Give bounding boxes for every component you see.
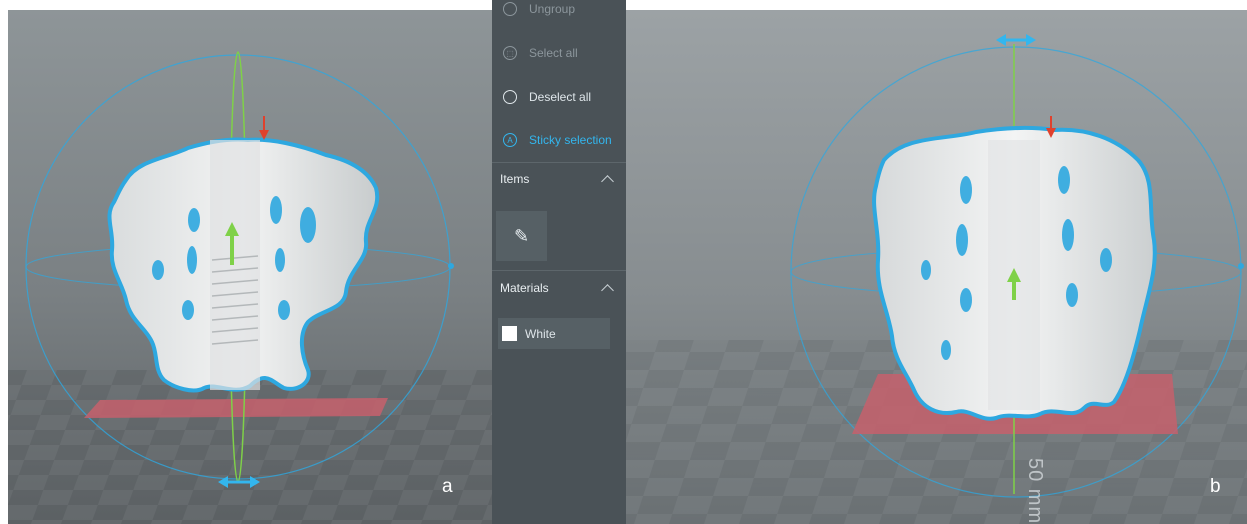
materials-section-title: Materials (500, 281, 549, 295)
scene-a (8, 10, 492, 524)
menu-item-label: Select all (529, 46, 578, 60)
viewport-a[interactable]: a (8, 10, 492, 524)
material-swatch (502, 326, 517, 341)
menu-item-ungroup[interactable]: Ungroup (492, 0, 626, 24)
menu-item-label: Deselect all (529, 90, 592, 104)
materials-section-header[interactable]: Materials (492, 275, 626, 301)
build-plate (84, 398, 388, 418)
viewport-b[interactable]: 50 mm b (626, 10, 1247, 524)
deselect-all-icon (503, 90, 517, 104)
menu-item-deselect-all[interactable]: Deselect all (492, 82, 626, 112)
menu-item-select-all[interactable]: ⬚ Select all (492, 38, 626, 68)
menu-item-sticky-selection[interactable]: A Sticky selection (492, 125, 626, 155)
menu-item-label: Sticky selection (529, 133, 612, 147)
items-section-header[interactable]: Items (492, 166, 626, 192)
menu-item-label: Ungroup (529, 2, 576, 16)
select-all-icon: ⬚ (503, 46, 517, 60)
chevron-up-icon[interactable] (601, 284, 614, 297)
scene-b (626, 10, 1247, 524)
material-name: White (525, 326, 556, 341)
model-item-icon: ✎ (513, 225, 530, 246)
sticky-selection-icon: A (503, 133, 517, 147)
items-section-title: Items (500, 172, 530, 186)
ungroup-icon (503, 2, 517, 16)
item-tile[interactable]: ✎ (496, 211, 547, 261)
scale-label: 50 mm (1024, 458, 1046, 524)
panel-label-a: a (442, 476, 453, 497)
panel-label-b: b (1210, 476, 1221, 497)
divider (492, 162, 626, 163)
side-panel: Ungroup ⬚ Select all Deselect all A Stic… (492, 0, 626, 524)
material-row[interactable]: White (498, 318, 610, 349)
chevron-up-icon[interactable] (601, 175, 614, 188)
divider (492, 270, 626, 271)
